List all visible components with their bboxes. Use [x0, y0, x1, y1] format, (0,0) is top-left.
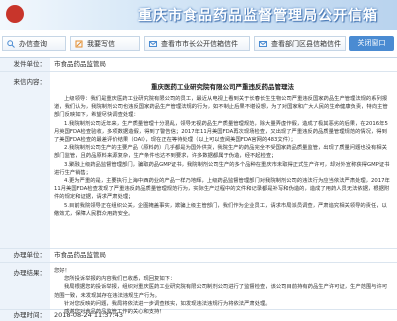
letter-paragraph: 1.我院制剂公司近年来，生产质量管理十分混乱，领导无视药品生产质量管理规范，除大…: [54, 120, 388, 144]
pencil-icon: [75, 40, 83, 48]
result-row: 办理结果： 您好！ 您所投诉举报的内容我们已收悉，现回复如下： 我局根据您的投诉…: [0, 263, 397, 315]
letter-body: 上级领导：我们是重庆医药工业研究院有限公司的员工，最近从电视上看到关于长春长生生…: [54, 95, 391, 218]
content-label: 来信内容：: [0, 72, 50, 248]
site-header: 重庆市食品药品监督管理局公开信箱: [0, 0, 397, 30]
letter-paragraph: 3.聚融上级药品监督管理部门，骗取药品GMP证书，我院制剂公司生产的多个品种在重…: [54, 161, 390, 176]
office-row: 办理单位： 市食品药品监管局: [0, 249, 397, 263]
district-mailbox-button[interactable]: 查看部门区县信箱信件: [254, 36, 346, 51]
search-icon: [7, 40, 15, 48]
sender-row: 发件单位： 市食品药品监管局: [0, 58, 397, 72]
letter-paragraph: 上级领导：我们是重庆医药工业研究院有限公司的员工，最近从电视上看到关于长春长生生…: [54, 96, 388, 119]
letter-paragraph: 4.更为严重的是，主要执行上海中西药业的产品一样乃地辉，上级药品监督管理部门对我…: [54, 178, 390, 201]
query-letter-button[interactable]: 办信查询: [2, 36, 66, 51]
reply-paragraph: 我局根据您的投诉举报，组织对重庆医药工业研究院有限公司制剂公司进行了监督检查，该…: [54, 284, 388, 299]
close-window-button[interactable]: 关闭窗口: [349, 36, 394, 51]
letter-content: 重庆医药工业研究院有限公司严重违反药品管理法 上级领导：我们是重庆医药工业研究院…: [54, 72, 391, 248]
reply-paragraph: 您所投诉举报的内容我们已收悉，现回复如下：: [64, 276, 176, 283]
letter-paragraph: 2.我院制剂公司生产的主要产品（原料药）几乎都是为国外供货，我院生产的药品完全不…: [54, 145, 387, 160]
result-label: 办理结果：: [0, 263, 50, 309]
content-row: 来信内容： 重庆医药工业研究院有限公司严重违反药品管理法 上级领导：我们是重庆医…: [0, 72, 397, 249]
district-mailbox-label: 查看部门区县信箱信件: [271, 40, 341, 48]
query-letter-label: 办信查询: [19, 40, 47, 48]
time-value: 2018-08-24 11:37:43: [54, 311, 124, 319]
emblem-icon: [6, 5, 24, 23]
letter-title: 重庆医药工业研究院有限公司严重违反药品管理法: [151, 83, 294, 91]
letter-panel: 发件单位： 市食品药品监管局 来信内容： 重庆医药工业研究院有限公司严重违反药品…: [0, 57, 397, 321]
sender-label: 发件单位：: [0, 58, 50, 71]
mail-icon: [149, 41, 157, 47]
reply-paragraph: 针对您反映的问题，我局将依法进一步调查核实，如发现违法违规行为将依法严肃处理。: [64, 300, 271, 307]
write-letter-label: 我要写信: [87, 40, 115, 48]
reply-content: 您好！ 您所投诉举报的内容我们已收悉，现回复如下： 我局根据您的投诉举报，组织对…: [54, 263, 391, 315]
city-mailbox-button[interactable]: 查看市市长公开信箱信件: [144, 36, 250, 51]
write-letter-button[interactable]: 我要写信: [70, 36, 140, 51]
time-row: 办理时间： 2018-08-24 11:37:43: [0, 310, 397, 321]
mail-icon: [259, 41, 267, 47]
time-label: 办理时间：: [0, 310, 50, 321]
reply-paragraph: 您好！: [54, 268, 70, 274]
toolbar: 办信查询 我要写信 查看市市长公开信箱信件 查看部门区县信箱信件 关闭窗口: [0, 36, 397, 53]
sender-value: 市食品药品监管局: [54, 60, 106, 68]
page-title: 重庆市食品药品监督管理局公开信箱: [138, 8, 378, 24]
office-value: 市食品药品监管局: [54, 251, 106, 259]
city-mailbox-label: 查看市市长公开信箱信件: [161, 40, 238, 48]
office-label: 办理单位：: [0, 249, 50, 262]
letter-paragraph: 5.目前我院领导正在组织公关，企图掩盖事实，欺骗上级主管部门，我们作为企业员工，…: [54, 202, 387, 217]
